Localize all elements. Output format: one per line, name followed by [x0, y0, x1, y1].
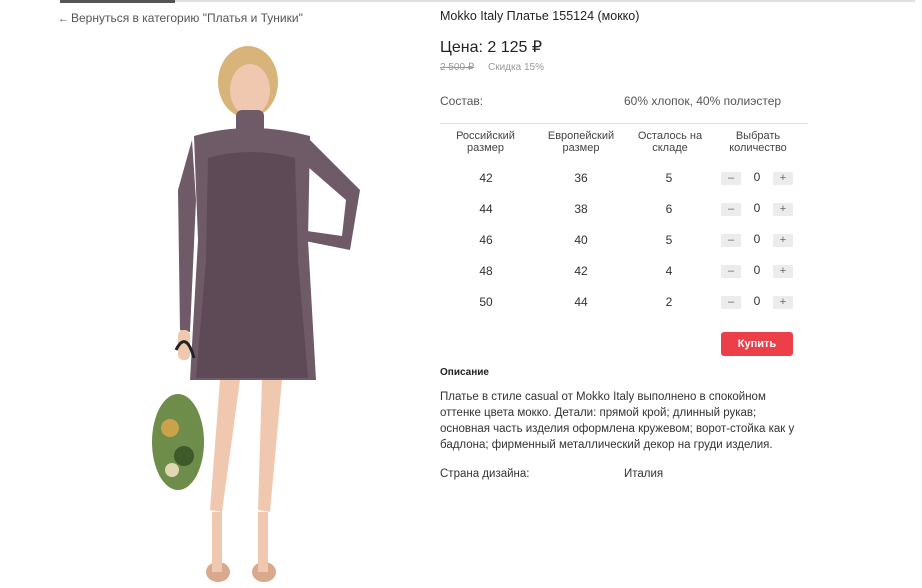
composition-value: 60% хлопок, 40% полиэстер	[624, 94, 782, 108]
description-text: Платье в стиле casual от Mokko Italy вып…	[440, 391, 795, 451]
country-label: Страна дизайна:	[440, 468, 530, 480]
cell-ru-size: 50	[479, 295, 493, 309]
top-divider	[0, 0, 922, 4]
right-leg	[258, 380, 282, 512]
cell-ru-size: 48	[479, 264, 493, 278]
handbag	[152, 394, 204, 490]
right-shin	[258, 512, 268, 572]
left-shin	[212, 512, 222, 572]
cell-stock: 4	[665, 264, 673, 278]
arrow-left-icon: ←	[58, 13, 69, 25]
product-photo[interactable]	[150, 40, 390, 588]
increase-quantity-button[interactable]: +	[773, 203, 793, 216]
composition-label: Состав:	[440, 94, 484, 108]
decrease-quantity-button[interactable]: –	[721, 296, 741, 309]
decrease-quantity-button[interactable]: –	[721, 172, 741, 185]
handbag-pattern-2	[174, 446, 194, 466]
quantity-value[interactable]: 0	[748, 201, 766, 215]
increase-quantity-button[interactable]: +	[773, 172, 793, 185]
cell-eu-size: 36	[574, 171, 588, 185]
cell-stock: 5	[665, 233, 673, 247]
country-value: Италия	[624, 468, 664, 480]
increase-quantity-button[interactable]: +	[773, 234, 793, 247]
cell-eu-size: 42	[574, 264, 588, 278]
quantity-value[interactable]: 0	[748, 170, 766, 184]
handbag-pattern-1	[161, 419, 179, 437]
face	[230, 64, 270, 116]
description-heading: Описание	[440, 367, 489, 378]
top-divider-rest	[175, 0, 915, 2]
left-sleeve	[178, 140, 196, 332]
header-ru-size: Российский размер	[456, 130, 515, 154]
quantity-value[interactable]: 0	[748, 232, 766, 246]
top-divider-active	[60, 0, 175, 3]
dress-lace	[196, 152, 308, 378]
cell-stock: 2	[665, 295, 673, 309]
cell-stock: 5	[665, 171, 673, 185]
cell-eu-size: 38	[574, 202, 588, 216]
discount-label: Скидка 15%	[488, 62, 544, 73]
product-price: Цена: 2 125 ₽	[440, 39, 543, 56]
cell-eu-size: 44	[574, 295, 588, 309]
sizes-table-border	[440, 123, 808, 124]
quantity-value[interactable]: 0	[748, 263, 766, 277]
cell-stock: 6	[665, 202, 673, 216]
header-quantity: Выбрать количество	[729, 130, 787, 154]
decrease-quantity-button[interactable]: –	[721, 234, 741, 247]
cell-eu-size: 40	[574, 233, 588, 247]
decrease-quantity-button[interactable]: –	[721, 265, 741, 278]
increase-quantity-button[interactable]: +	[773, 296, 793, 309]
handbag-pattern-3	[165, 463, 179, 477]
product-title: Mokko Italy Платье 155124 (мокко)	[440, 9, 640, 23]
left-leg	[210, 380, 240, 512]
buy-button[interactable]: Купить	[721, 332, 793, 356]
header-eu-size: Европейский размер	[547, 130, 615, 154]
quantity-value[interactable]: 0	[748, 294, 766, 308]
old-price: 2 500 ₽	[440, 62, 475, 73]
back-link-label: Вернуться в категорию "Платья и Туники"	[71, 11, 303, 25]
cell-ru-size: 46	[479, 233, 493, 247]
header-stock: Осталось на складе	[637, 130, 703, 154]
cell-ru-size: 44	[479, 202, 493, 216]
back-to-category-link[interactable]: ← Вернуться в категорию "Платья и Туники"	[58, 11, 303, 25]
increase-quantity-button[interactable]: +	[773, 265, 793, 278]
decrease-quantity-button[interactable]: –	[721, 203, 741, 216]
cell-ru-size: 42	[479, 171, 493, 185]
